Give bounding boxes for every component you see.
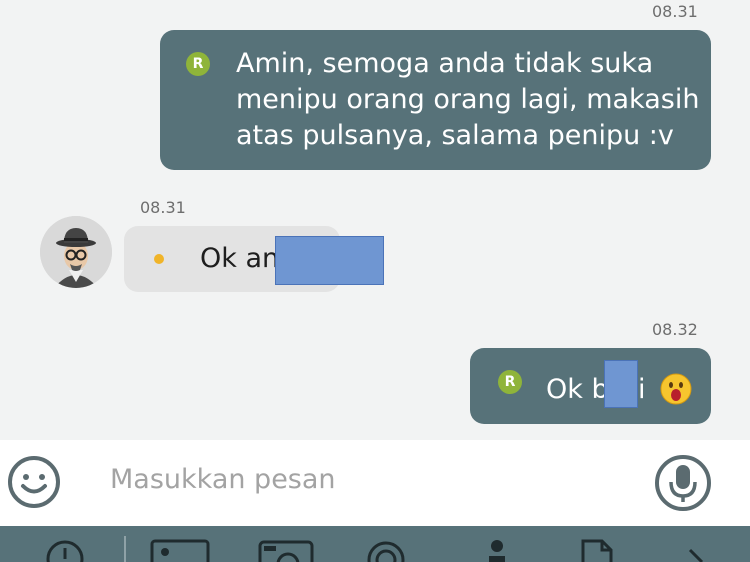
outgoing-message-bubble[interactable]: R Amin, semoga anda tidak suka menipu or… [160, 30, 711, 170]
attachment-toolbar [0, 526, 750, 562]
gallery-icon[interactable] [150, 538, 210, 562]
camera-icon[interactable] [258, 538, 314, 562]
clock-icon[interactable] [44, 538, 86, 562]
message-timestamp: 08.32 [652, 320, 698, 339]
redaction-box [604, 360, 638, 408]
surprised-emoji-icon [660, 373, 692, 405]
outgoing-message-bubble[interactable]: R Ok b i [470, 348, 711, 424]
redaction-box [275, 236, 384, 285]
file-icon[interactable] [580, 538, 614, 562]
chat-area[interactable]: 08.31 R Amin, semoga anda tidak suka men… [0, 0, 750, 440]
message-text: Amin, semoga anda tidak suka menipu oran… [236, 48, 700, 151]
contact-icon[interactable] [482, 538, 512, 562]
message-input-bar: Masukkan pesan [0, 440, 750, 526]
message-text-end: i [638, 374, 646, 405]
microphone-icon[interactable] [654, 454, 712, 512]
status-dot-icon [154, 254, 164, 264]
location-icon[interactable] [366, 538, 406, 562]
message-text: Ok an [200, 243, 280, 274]
sender-badge: R [186, 52, 210, 76]
toolbar-divider [124, 536, 126, 562]
message-input[interactable]: Masukkan pesan [110, 464, 336, 495]
message-text-start: Ok b [546, 374, 609, 405]
message-timestamp: 08.31 [652, 2, 698, 21]
avatar[interactable] [40, 216, 112, 288]
smiley-face-icon[interactable] [6, 454, 62, 510]
avatar-man-hat-icon [40, 216, 112, 288]
sender-badge: R [498, 370, 522, 394]
chevron-right-icon[interactable] [682, 538, 712, 562]
message-timestamp: 08.31 [140, 198, 186, 217]
